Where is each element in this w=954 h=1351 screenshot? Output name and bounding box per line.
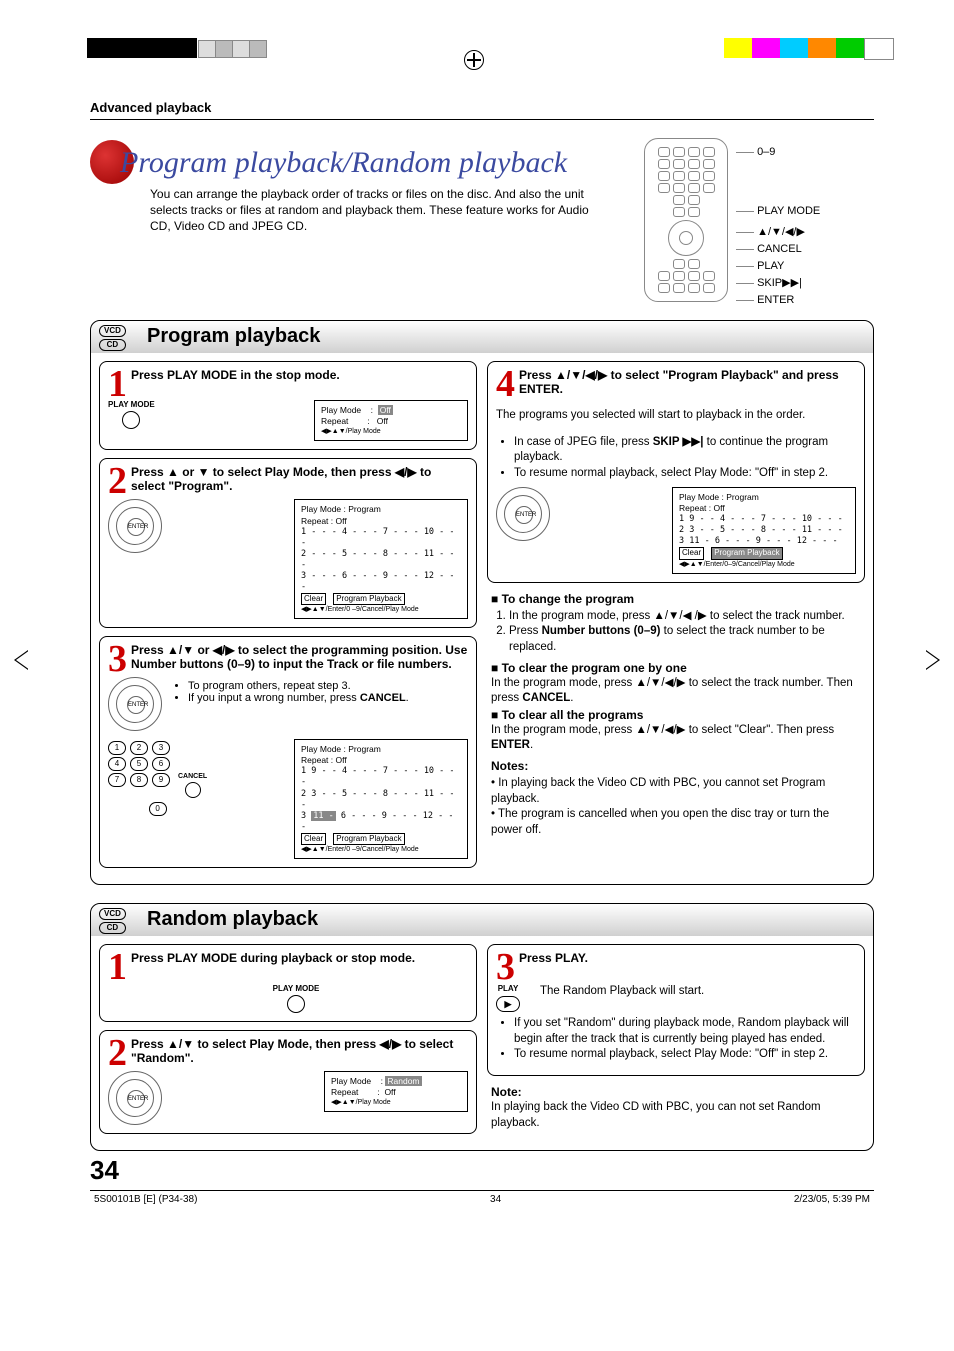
osd-screen: Play Mode : Random Repeat : Off ◀▶▲▼/Pla… <box>324 1071 468 1112</box>
remote-label: SKIP▶▶| <box>757 277 802 289</box>
registration-mark-icon <box>464 50 484 70</box>
osd-screen: Play Mode : Program Repeat : Off 1 9 - -… <box>672 487 856 574</box>
footer-meta: 5S00101B [E] (P34-38) 34 2/23/05, 5:39 P… <box>90 1190 874 1205</box>
remote-label: ENTER <box>757 294 794 306</box>
osd-screen: Play Mode : Off Repeat : Off ◀▶▲▼/Play M… <box>314 400 468 441</box>
random-playback-section: VCD CD Random playback 1 Press PLAY MODE… <box>90 903 874 1150</box>
step-number: 1 <box>108 368 127 400</box>
step-bullet: To resume normal playback, select Play M… <box>514 1047 856 1063</box>
section-heading: Program playback <box>147 325 320 347</box>
step-title: Press PLAY MODE in the stop mode. <box>108 368 468 382</box>
disc-type-badge: VCD CD <box>99 908 126 936</box>
dpad-icon: ENTER <box>108 1071 162 1125</box>
step-bullet: To program others, repeat step 3. <box>188 680 468 692</box>
step-number: 1 <box>108 951 127 983</box>
step-number: 4 <box>496 368 515 400</box>
page-title: Program playback/Random playback <box>90 146 624 180</box>
crop-mark-left-icon <box>14 650 28 670</box>
step-bullet: If you input a wrong number, press CANCE… <box>188 692 468 704</box>
step-number: 3 <box>496 951 515 983</box>
step-number: 2 <box>108 1037 127 1069</box>
number-pad-icon: 123 456 789 CANCEL 0 <box>108 739 207 818</box>
remote-label: PLAY <box>757 260 784 272</box>
remote-label: ▲/▼/◀/▶ <box>757 226 805 238</box>
program-step-1: 1 Press PLAY MODE in the stop mode. PLAY… <box>99 361 477 450</box>
step-bullet: In case of JPEG file, press SKIP ▶▶| to … <box>514 435 856 466</box>
play-mode-button-icon: PLAY MODE <box>124 984 468 1013</box>
print-registration-bar <box>0 0 954 60</box>
play-mode-button-icon: PLAY MODE <box>108 400 155 429</box>
step-title: Press ▲ or ▼ to select Play Mode, then p… <box>108 465 468 493</box>
osd-screen: Play Mode : Program Repeat : Off 1 9 - -… <box>294 739 468 859</box>
step-number: 2 <box>108 465 127 497</box>
program-step-4: 4 Press ▲/▼/◀/▶ to select "Program Playb… <box>487 361 865 583</box>
random-note: Note: In playing back the Video CD with … <box>487 1084 865 1131</box>
step-title: Press ▲/▼/◀/▶ to select "Program Playbac… <box>496 368 856 396</box>
dpad-icon: ENTER <box>108 499 162 553</box>
dpad-icon: ENTER <box>108 677 162 731</box>
osd-screen: Play Mode : Program Repeat : Off 1 - - -… <box>294 499 468 619</box>
random-step-1: 1 Press PLAY MODE during playback or sto… <box>99 944 477 1021</box>
step-title: Press ▲/▼ to select Play Mode, then pres… <box>108 1037 468 1065</box>
program-step-2: 2 Press ▲ or ▼ to select Play Mode, then… <box>99 458 477 628</box>
step-title: Press PLAY. <box>496 951 856 965</box>
step-paragraph: The Random Playback will start. <box>530 984 856 1000</box>
step-paragraph: The programs you selected will start to … <box>496 408 856 424</box>
program-extra-notes: To change the program In the program mod… <box>487 591 865 838</box>
dpad-icon: ENTER <box>496 487 550 541</box>
play-button-icon: PLAY ▶ <box>496 984 520 1015</box>
step-title: Press ▲/▼ or ◀/▶ to select the programmi… <box>108 643 468 671</box>
random-step-2: 2 Press ▲/▼ to select Play Mode, then pr… <box>99 1030 477 1134</box>
remote-label: CANCEL <box>757 243 802 255</box>
remote-label: PLAY MODE <box>757 205 820 217</box>
remote-outline-icon <box>644 138 728 302</box>
intro-paragraph: You can arrange the playback order of tr… <box>150 186 590 235</box>
chapter-heading: Advanced playback <box>90 100 874 120</box>
step-number: 3 <box>108 643 127 675</box>
step-bullet: To resume normal playback, select Play M… <box>514 466 856 482</box>
program-playback-section: VCD CD Program playback 1 Press PLAY MOD… <box>90 320 874 885</box>
step-title: Press PLAY MODE during playback or stop … <box>108 951 468 965</box>
crop-mark-right-icon <box>926 650 940 670</box>
remote-diagram: 0–9 PLAY MODE ▲/▼/◀/▶ CANCEL PLAY SKIP▶▶… <box>644 138 874 302</box>
section-heading: Random playback <box>147 908 318 930</box>
step-bullet: If you set "Random" during playback mode… <box>514 1016 856 1047</box>
disc-type-badge: VCD CD <box>99 325 126 353</box>
page-number: 34 <box>90 1155 874 1186</box>
remote-label: 0–9 <box>757 146 775 158</box>
program-step-3: 3 Press ▲/▼ or ◀/▶ to select the program… <box>99 636 477 868</box>
random-step-3: 3 Press PLAY. PLAY ▶ The Random Playback… <box>487 944 865 1076</box>
